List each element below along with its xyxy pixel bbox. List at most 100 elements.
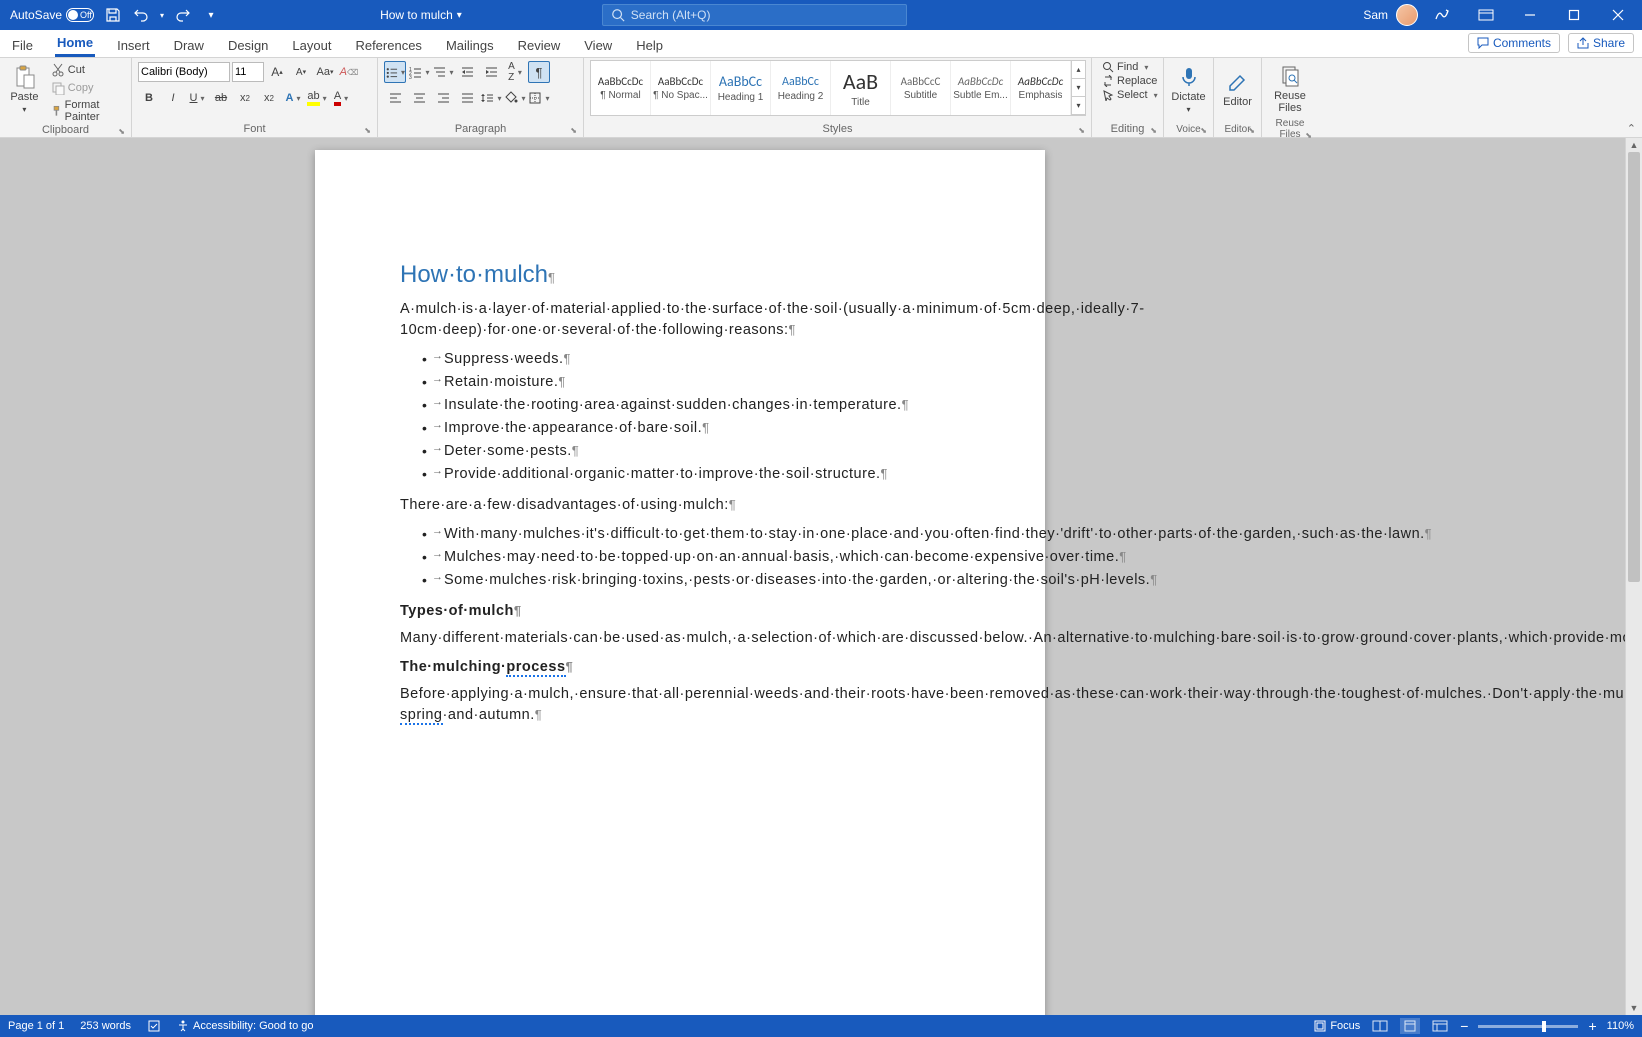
font-color-button[interactable]: A bbox=[330, 87, 352, 109]
numbering-button[interactable]: 123 bbox=[408, 61, 430, 83]
tab-home[interactable]: Home bbox=[55, 31, 95, 57]
comments-button[interactable]: Comments bbox=[1468, 33, 1560, 53]
style-item[interactable]: AaBbCcDcSubtle Em... bbox=[951, 61, 1011, 115]
align-right-button[interactable] bbox=[432, 87, 454, 109]
bold-button[interactable]: B bbox=[138, 87, 160, 109]
user-avatar[interactable] bbox=[1396, 4, 1418, 26]
autosave-toggle[interactable]: AutoSave Off bbox=[10, 8, 94, 22]
tab-review[interactable]: Review bbox=[516, 34, 563, 57]
document-title[interactable]: How to mulch ▾ bbox=[380, 8, 462, 22]
zoom-out-button[interactable]: − bbox=[1460, 1018, 1468, 1034]
close-button[interactable] bbox=[1598, 0, 1638, 30]
justify-button[interactable] bbox=[456, 87, 478, 109]
read-mode-button[interactable] bbox=[1370, 1018, 1390, 1034]
scroll-thumb[interactable] bbox=[1628, 152, 1640, 582]
align-center-button[interactable] bbox=[408, 87, 430, 109]
font-name-select[interactable] bbox=[138, 62, 230, 82]
line-spacing-button[interactable] bbox=[480, 87, 502, 109]
replace-button[interactable]: Replace bbox=[1098, 74, 1161, 88]
superscript-button[interactable]: x2 bbox=[258, 87, 280, 109]
sort-button[interactable]: AZ bbox=[504, 61, 526, 83]
qat-customize[interactable]: ▾ bbox=[202, 6, 220, 24]
tab-design[interactable]: Design bbox=[226, 34, 270, 57]
word-count[interactable]: 253 words bbox=[80, 1020, 131, 1032]
highlight-button[interactable]: ab bbox=[306, 87, 328, 109]
tab-mailings[interactable]: Mailings bbox=[444, 34, 496, 57]
web-layout-button[interactable] bbox=[1430, 1018, 1450, 1034]
zoom-level[interactable]: 110% bbox=[1607, 1020, 1634, 1032]
underline-button[interactable]: U bbox=[186, 87, 208, 109]
shrink-font-button[interactable]: A▾ bbox=[290, 61, 312, 83]
spellcheck-icon[interactable] bbox=[147, 1019, 161, 1033]
vertical-scrollbar[interactable]: ▲ ▼ bbox=[1625, 138, 1642, 1015]
zoom-in-button[interactable]: + bbox=[1588, 1018, 1596, 1034]
find-button[interactable]: Find bbox=[1098, 60, 1152, 74]
style-item[interactable]: AaBTitle bbox=[831, 61, 891, 115]
cut-button[interactable]: Cut bbox=[47, 62, 125, 78]
tab-help[interactable]: Help bbox=[634, 34, 665, 57]
search-icon bbox=[611, 8, 625, 22]
style-item[interactable]: AaBbCcDcEmphasis bbox=[1011, 61, 1071, 115]
undo-button[interactable] bbox=[132, 6, 150, 24]
accessibility-status[interactable]: Accessibility: Good to go bbox=[177, 1020, 313, 1032]
strike-button[interactable]: ab bbox=[210, 87, 232, 109]
tab-draw[interactable]: Draw bbox=[172, 34, 206, 57]
borders-button[interactable] bbox=[528, 87, 550, 109]
style-item[interactable]: AaBbCcHeading 1 bbox=[711, 61, 771, 115]
style-scroll-button[interactable]: ▾ bbox=[1072, 97, 1085, 115]
zoom-slider[interactable] bbox=[1478, 1025, 1578, 1028]
doc-paragraph: There·are·a·few·disadvantages·of·using·m… bbox=[400, 495, 960, 516]
focus-mode-button[interactable]: Focus bbox=[1314, 1020, 1360, 1032]
style-item[interactable]: AaBbCcDc¶ No Spac... bbox=[651, 61, 711, 115]
shading-button[interactable] bbox=[504, 87, 526, 109]
tab-layout[interactable]: Layout bbox=[290, 34, 333, 57]
align-left-button[interactable] bbox=[384, 87, 406, 109]
redo-button[interactable] bbox=[174, 6, 192, 24]
tab-insert[interactable]: Insert bbox=[115, 34, 152, 57]
tab-references[interactable]: References bbox=[353, 34, 423, 57]
style-item[interactable]: AaBbCcDc¶ Normal bbox=[591, 61, 651, 115]
bullets-button[interactable] bbox=[384, 61, 406, 83]
paste-button[interactable]: Paste ▾ bbox=[6, 60, 43, 118]
document-area[interactable]: How·to·mulch¶ A·mulch·is·a·layer·of·mate… bbox=[0, 138, 1642, 1015]
minimize-button[interactable] bbox=[1510, 0, 1550, 30]
coming-soon-icon[interactable] bbox=[1422, 0, 1462, 30]
tab-view[interactable]: View bbox=[582, 34, 614, 57]
editor-button[interactable]: Editor bbox=[1220, 60, 1255, 118]
scroll-down-button[interactable]: ▼ bbox=[1626, 1001, 1642, 1015]
show-marks-button[interactable]: ¶ bbox=[528, 61, 550, 83]
dictate-button[interactable]: Dictate▾ bbox=[1170, 60, 1207, 118]
tab-file[interactable]: File bbox=[10, 34, 35, 57]
collapse-ribbon-button[interactable]: ⌃ bbox=[1627, 122, 1636, 135]
text-effects-button[interactable]: A bbox=[282, 87, 304, 109]
font-size-select[interactable] bbox=[232, 62, 264, 82]
scroll-up-button[interactable]: ▲ bbox=[1626, 138, 1642, 152]
search-box[interactable]: Search (Alt+Q) bbox=[602, 4, 907, 26]
maximize-button[interactable] bbox=[1554, 0, 1594, 30]
list-item: →Retain·moisture.¶ bbox=[422, 372, 960, 393]
increase-indent-button[interactable] bbox=[480, 61, 502, 83]
styles-gallery[interactable]: AaBbCcDc¶ NormalAaBbCcDc¶ No Spac...AaBb… bbox=[590, 60, 1086, 116]
style-scroll-button[interactable]: ▴ bbox=[1072, 61, 1085, 79]
copy-button[interactable]: Copy bbox=[47, 80, 125, 96]
style-item[interactable]: AaBbCcHeading 2 bbox=[771, 61, 831, 115]
clear-format-button[interactable]: A⌫ bbox=[338, 61, 360, 83]
format-painter-button[interactable]: Format Painter bbox=[47, 98, 125, 124]
select-button[interactable]: Select bbox=[1098, 88, 1162, 102]
change-case-button[interactable]: Aa▾ bbox=[314, 61, 336, 83]
style-scroll-button[interactable]: ▾ bbox=[1072, 79, 1085, 97]
share-button[interactable]: Share bbox=[1568, 33, 1634, 53]
save-icon[interactable] bbox=[104, 6, 122, 24]
subscript-button[interactable]: x2 bbox=[234, 87, 256, 109]
page-indicator[interactable]: Page 1 of 1 bbox=[8, 1020, 64, 1032]
select-icon bbox=[1102, 89, 1114, 101]
reuse-files-button[interactable]: Reuse Files bbox=[1268, 60, 1312, 118]
italic-button[interactable]: I bbox=[162, 87, 184, 109]
doc-paragraph: Before·applying·a·mulch,·ensure·that·all… bbox=[400, 684, 960, 726]
decrease-indent-button[interactable] bbox=[456, 61, 478, 83]
grow-font-button[interactable]: A▴ bbox=[266, 61, 288, 83]
style-item[interactable]: AaBbCcCSubtitle bbox=[891, 61, 951, 115]
print-layout-button[interactable] bbox=[1400, 1018, 1420, 1034]
ribbon-mode-icon[interactable] bbox=[1466, 0, 1506, 30]
multilevel-button[interactable] bbox=[432, 61, 454, 83]
